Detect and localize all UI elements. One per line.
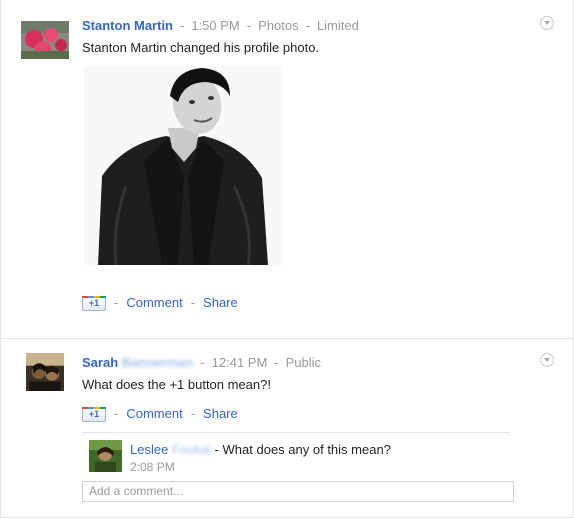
plus-one-button[interactable]: +1 <box>82 407 106 423</box>
author-name[interactable]: Stanton Martin <box>82 18 173 33</box>
separator: - <box>274 355 279 370</box>
author-name-blurred[interactable]: Bannerman <box>122 355 194 370</box>
separator: - <box>114 295 119 310</box>
share-link[interactable]: Share <box>203 406 238 421</box>
share-link[interactable]: Share <box>203 295 238 310</box>
post-meta: Stanton Martin -1:50 PM - Photos - Limited <box>82 18 359 33</box>
separator: - <box>114 406 119 421</box>
post-text: Stanton Martin changed his profile photo… <box>82 40 320 55</box>
post-actions: +1- Comment - Share <box>82 406 238 423</box>
separator: - <box>200 355 205 370</box>
visibility-label[interactable]: Limited <box>317 18 359 33</box>
comment-body: Leslee Foukal - What does any of this me… <box>130 442 391 457</box>
profile-photo-image <box>84 66 282 265</box>
commenter-avatar[interactable] <box>89 440 122 472</box>
post-category: Photos <box>258 18 299 33</box>
commenter-name[interactable]: Leslee <box>130 442 168 457</box>
author-name[interactable]: Sarah <box>82 355 118 370</box>
author-avatar[interactable] <box>21 353 69 391</box>
post-menu-icon[interactable] <box>540 353 554 367</box>
add-comment-input[interactable]: Add a comment... <box>82 481 514 502</box>
visibility-label[interactable]: Public <box>286 355 321 370</box>
post-time[interactable]: 1:50 PM <box>191 18 239 33</box>
comment-link[interactable]: Comment <box>126 406 182 421</box>
post-menu-icon[interactable] <box>540 16 554 30</box>
commenter-name-blurred[interactable]: Foukal <box>172 442 211 457</box>
separator: - <box>246 18 252 33</box>
post-actions: +1- Comment - Share <box>82 295 238 312</box>
separator: - <box>190 295 196 310</box>
comment-thread <box>82 432 510 483</box>
post-meta: Sarah Bannerman -12:41 PM - Public <box>82 355 321 370</box>
comment-text: - What does any of this mean? <box>214 442 391 457</box>
comment-link[interactable]: Comment <box>126 295 182 310</box>
plus-one-button[interactable]: +1 <box>82 296 106 312</box>
author-avatar[interactable] <box>21 21 69 59</box>
separator: - <box>305 18 310 33</box>
separator: - <box>190 406 196 421</box>
profile-photo[interactable] <box>84 66 282 265</box>
post-time[interactable]: 12:41 PM <box>212 355 268 370</box>
separator: - <box>180 18 185 33</box>
comment-time: 2:08 PM <box>130 460 175 474</box>
post-text: What does the +1 button mean?! <box>82 377 271 392</box>
